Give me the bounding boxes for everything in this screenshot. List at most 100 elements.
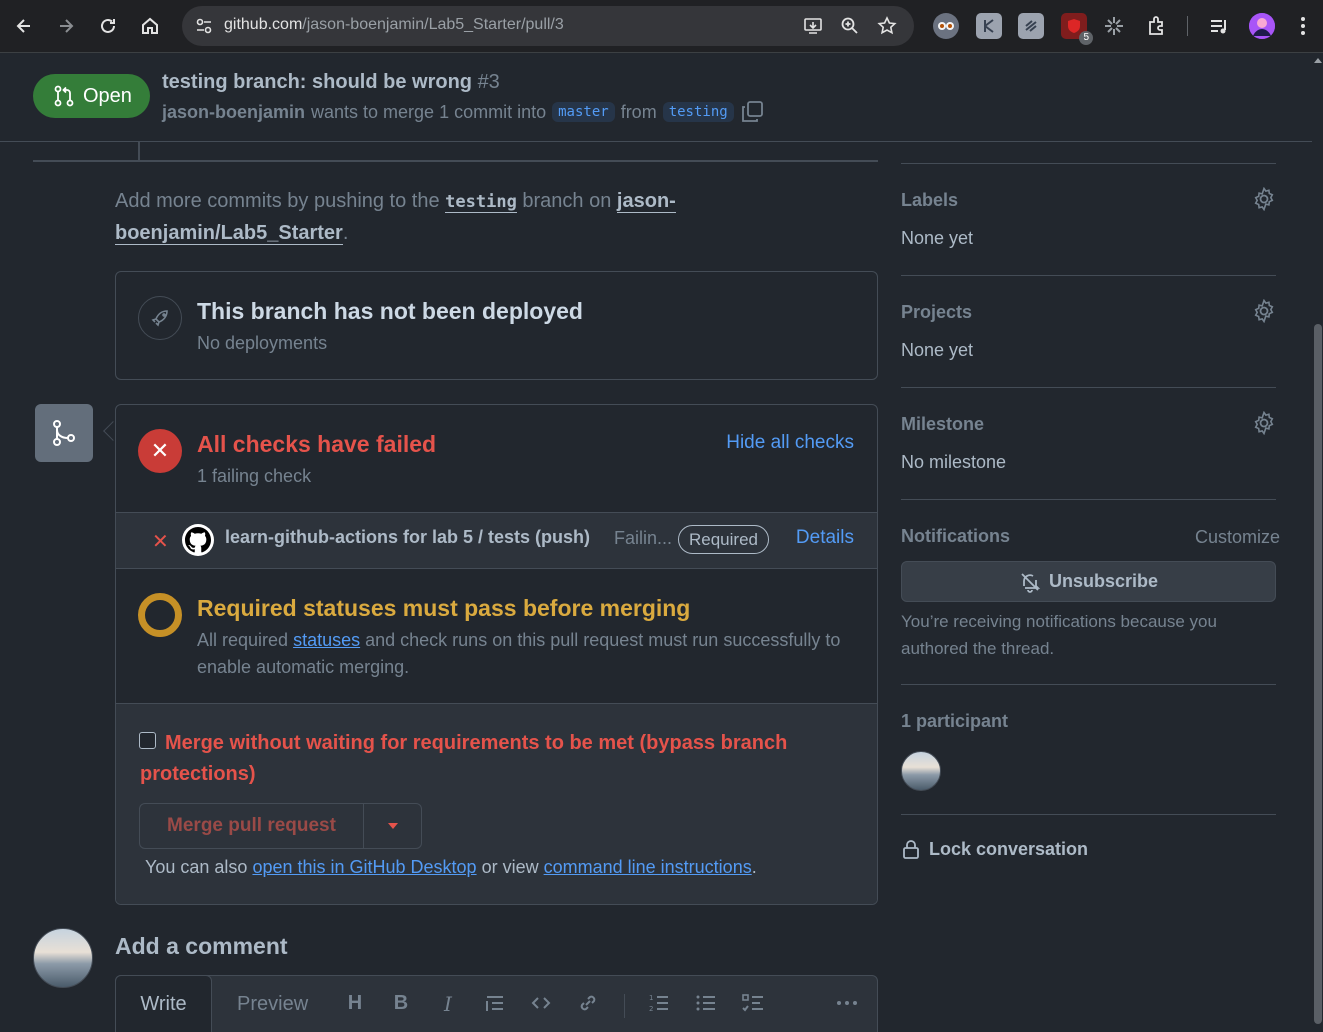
sidebar-divider	[901, 275, 1276, 276]
pr-author-link[interactable]: jason-boenjamin	[162, 102, 305, 123]
run-fail-icon: ✕	[152, 531, 169, 553]
also-prefix: You can also	[145, 857, 248, 877]
code-icon[interactable]	[528, 992, 554, 1020]
merge-pull-request-button[interactable]: Merge pull request	[140, 804, 364, 848]
tab-preview[interactable]: Preview	[237, 993, 308, 1016]
pr-number: #3	[477, 71, 500, 93]
browser-menu-icon[interactable]	[1290, 13, 1316, 39]
unordered-list-icon[interactable]	[693, 992, 719, 1020]
extension-3-icon[interactable]	[1018, 13, 1044, 39]
milestone-gear-icon[interactable]	[1252, 411, 1276, 435]
pr-state-badge: Open	[33, 74, 150, 118]
site-info-icon[interactable]	[194, 16, 214, 36]
merge-alternatives-text: You can also open this in GitHub Desktop…	[145, 857, 757, 878]
projects-value: None yet	[901, 340, 974, 360]
check-run-row: ✕ learn-github-actions for lab 5 / tests…	[116, 513, 877, 569]
toolbar-divider	[1187, 16, 1188, 36]
page-scrollbar[interactable]	[1312, 54, 1323, 1032]
checks-subtitle: 1 failing check	[197, 466, 312, 486]
participant-avatar[interactable]	[901, 751, 941, 791]
home-button[interactable]	[134, 10, 166, 42]
projects-gear-icon[interactable]	[1252, 299, 1276, 323]
pr-from-text: from	[620, 101, 657, 122]
unsubscribe-button[interactable]: Unsubscribe	[901, 561, 1276, 602]
ordered-list-icon[interactable]: 12	[646, 992, 672, 1020]
zoom-icon[interactable]	[839, 15, 861, 37]
command-line-link[interactable]: command line instructions	[544, 857, 752, 877]
extension-1-icon[interactable]	[933, 13, 959, 39]
check-run-status: Failin...	[614, 528, 673, 548]
merge-options-dropdown[interactable]	[364, 804, 421, 848]
checks-title: All checks have failed	[197, 431, 437, 457]
back-button[interactable]	[8, 10, 40, 42]
merge-box: ✕ All checks have failed 1 failing check…	[115, 404, 878, 905]
bookmark-star-icon[interactable]	[876, 15, 898, 37]
push-note-repo-link-cont[interactable]: boenjamin/Lab5_Starter	[115, 222, 343, 245]
link-icon[interactable]	[575, 992, 601, 1020]
pr-title: testing branch: should be wrong #3	[162, 71, 500, 94]
add-comment-title: Add a comment	[115, 933, 288, 959]
check-details-link[interactable]: Details	[796, 527, 854, 549]
hide-all-checks-link[interactable]: Hide all checks	[726, 432, 854, 454]
deployment-box: This branch has not been deployed No dep…	[115, 271, 878, 380]
github-desktop-link[interactable]: open this in GitHub Desktop	[252, 857, 476, 877]
task-list-icon[interactable]	[740, 992, 766, 1020]
pull-request-icon	[54, 85, 74, 107]
extensions-puzzle-icon[interactable]	[1144, 13, 1170, 39]
address-bar[interactable]: github.com/jason-boenjamin/Lab5_Starter/…	[182, 6, 914, 46]
scrollbar-thumb[interactable]	[1314, 324, 1322, 1024]
media-control-icon[interactable]	[1206, 13, 1232, 39]
participants-heading: 1 participant	[901, 711, 1009, 731]
bold-icon[interactable]: B	[388, 992, 414, 1015]
pr-merge-text: wants to merge 1 commit into	[311, 101, 547, 122]
ublock-extension-icon[interactable]: 5	[1061, 13, 1093, 45]
url-text: github.com/jason-boenjamin/Lab5_Starter/…	[224, 16, 564, 33]
profile-avatar-icon[interactable]	[1249, 13, 1275, 39]
pr-subtitle: jason-boenjamin wants to merge 1 commit …	[162, 100, 764, 124]
home-icon	[142, 17, 158, 34]
statuses-link[interactable]: statuses	[293, 630, 360, 650]
sidebar-divider	[901, 684, 1276, 685]
push-note-branch: testing	[445, 192, 517, 213]
unsubscribe-label: Unsubscribe	[1048, 571, 1159, 591]
sidebar-divider	[901, 499, 1276, 500]
forward-arrow-icon	[60, 19, 74, 33]
extension-badge: 5	[1079, 31, 1093, 45]
base-branch-label[interactable]: master	[552, 102, 615, 122]
lock-conversation-button[interactable]: Lock conversation	[901, 838, 1088, 860]
scroll-up-arrow-icon[interactable]	[1314, 58, 1322, 63]
push-note-prefix: Add more commits by pushing to the	[115, 190, 440, 212]
pending-circle-icon	[138, 593, 182, 637]
required-statuses-text: All required statuses and check runs on …	[197, 627, 857, 681]
user-avatar[interactable]	[33, 928, 93, 988]
required-text-before: All required	[197, 630, 289, 650]
more-options-icon[interactable]	[834, 992, 860, 1020]
head-branch-label[interactable]: testing	[662, 102, 734, 122]
sidebar-divider	[901, 814, 1276, 815]
reload-button[interactable]	[92, 10, 124, 42]
pr-state-label: Open	[83, 84, 132, 107]
extension-5-icon[interactable]	[1101, 13, 1127, 39]
labels-value: None yet	[901, 228, 974, 248]
quote-icon[interactable]	[482, 992, 508, 1020]
pr-sticky-header: Open testing branch: should be wrong #3 …	[0, 54, 1312, 142]
italic-icon[interactable]: I	[435, 992, 461, 1016]
labels-heading[interactable]: Labels	[901, 190, 958, 211]
projects-heading[interactable]: Projects	[901, 302, 972, 323]
heading-icon[interactable]: H	[342, 992, 368, 1015]
customize-notifications-link[interactable]: Customize	[1195, 527, 1280, 548]
browser-toolbar: github.com/jason-boenjamin/Lab5_Starter/…	[0, 0, 1323, 53]
milestone-heading[interactable]: Milestone	[901, 414, 984, 435]
checks-summary: ✕ All checks have failed 1 failing check…	[116, 405, 877, 513]
timeline-line	[138, 142, 140, 160]
push-note-repo-link[interactable]: jason-	[616, 190, 676, 213]
copy-icon[interactable]	[740, 100, 764, 124]
labels-gear-icon[interactable]	[1252, 187, 1276, 211]
github-logo-icon	[182, 524, 214, 556]
notifications-reason: You’re receiving notifications because y…	[901, 612, 1217, 658]
extension-2-icon[interactable]	[976, 13, 1002, 39]
tab-write[interactable]: Write	[115, 975, 212, 1032]
install-app-icon[interactable]	[802, 15, 824, 37]
bypass-label[interactable]: Merge without waiting for requirements t…	[140, 728, 840, 790]
forward-button[interactable]	[50, 10, 82, 42]
